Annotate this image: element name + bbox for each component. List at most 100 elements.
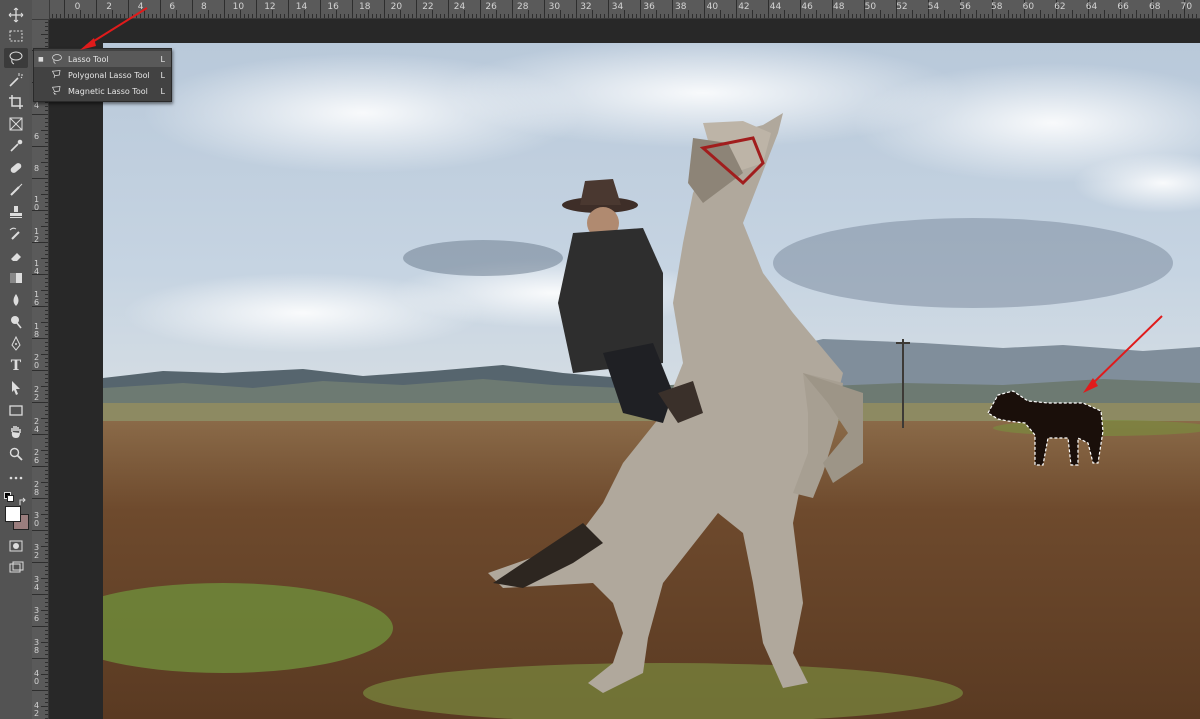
ruler-tick-label: 58	[991, 2, 1003, 12]
magnetic-lasso-icon-wrap	[50, 85, 64, 97]
gradient-tool[interactable]	[4, 268, 28, 288]
flyout-item-magnetic-lasso-tool[interactable]: Magnetic Lasso Tool L	[34, 83, 171, 99]
ruler-tick-label: 18	[359, 2, 371, 12]
move-icon	[8, 7, 24, 23]
more-icon	[9, 476, 23, 480]
ruler-tick-label: 38	[675, 2, 687, 12]
ruler-tick-label: 52	[896, 2, 908, 12]
ruler-tick-label: 16	[34, 290, 40, 308]
polygonal-lasso-icon-wrap	[50, 69, 64, 81]
pen-tool[interactable]	[4, 334, 28, 354]
clone-stamp-tool[interactable]	[4, 202, 28, 222]
edit-toolbar[interactable]	[4, 468, 28, 488]
crop-tool[interactable]	[4, 92, 28, 112]
ruler-tick-label: 44	[769, 2, 782, 12]
quick-mask-icon	[9, 540, 23, 552]
ruler-tick-label: 28	[34, 479, 40, 497]
zoom-icon	[9, 447, 23, 461]
ruler-tick-label: 24	[453, 2, 466, 12]
ruler-tick-label: 62	[1054, 2, 1066, 12]
ruler-tick-label: 68	[1149, 2, 1161, 12]
blur-tool[interactable]	[4, 290, 28, 310]
type-tool[interactable]: T	[4, 356, 28, 376]
flyout-item-shortcut: L	[160, 70, 165, 80]
ruler-tick-label: 34	[34, 574, 40, 592]
document-canvas[interactable]	[103, 43, 1200, 719]
bandage-icon	[10, 163, 22, 173]
magnetic-lasso-icon	[51, 86, 61, 95]
screen-mode-icon	[9, 561, 24, 573]
ruler-tick-label: 6	[34, 132, 40, 142]
healing-brush-tool[interactable]	[4, 158, 28, 178]
ruler-tick-label: 30	[548, 2, 561, 12]
polygonal-lasso-icon	[51, 70, 61, 79]
brush-tool[interactable]	[4, 180, 28, 200]
ruler-tick-label: 40	[34, 669, 40, 687]
lasso-icon-wrap	[50, 53, 64, 65]
quick-selection-tool[interactable]	[4, 70, 28, 90]
ruler-tick-label: 0	[74, 2, 81, 12]
ruler-tick-label: 4	[34, 100, 40, 110]
quick-mask-button[interactable]	[4, 536, 28, 556]
ruler-tick-label: 42	[738, 2, 750, 12]
foreground-color-swatch[interactable]	[5, 506, 21, 522]
ruler-tick-label: 2	[106, 2, 112, 12]
ruler-tick-label: 26	[34, 448, 40, 466]
type-icon: T	[10, 358, 22, 374]
selected-marker: ■	[38, 55, 44, 63]
hand-icon	[11, 426, 21, 438]
frame-tool[interactable]	[4, 114, 28, 134]
ruler-tick-label: 14	[295, 2, 308, 12]
path-selection-tool[interactable]	[4, 378, 28, 398]
ruler-tick-label: 34	[611, 2, 624, 12]
ruler-tick-label: 6	[169, 2, 176, 12]
marquee-icon	[9, 30, 23, 42]
rectangle-tool[interactable]	[4, 400, 28, 420]
lasso-tool[interactable]	[4, 48, 28, 68]
ruler-tick-label: 50	[864, 2, 877, 12]
ruler-tick-label: 32	[34, 543, 40, 560]
horizontal-ruler[interactable]: 2024681012141618202224262830323436384042…	[32, 0, 1200, 19]
eyedropper-tool[interactable]	[4, 136, 28, 156]
brush-icon	[10, 183, 23, 196]
dodge-tool[interactable]	[4, 312, 28, 332]
ruler-tick-label: 22	[422, 2, 434, 12]
flyout-item-lasso-tool[interactable]: ■ Lasso Tool L	[34, 51, 171, 67]
history-brush-icon	[9, 227, 20, 240]
ruler-tick-label: 32	[580, 2, 592, 12]
ruler-tick-label: 64	[1085, 2, 1098, 12]
ruler-tick-label: 8	[201, 2, 207, 12]
ruler-tick-label: 70	[1180, 2, 1193, 12]
move-tool[interactable]	[4, 5, 28, 25]
flyout-item-shortcut: L	[160, 86, 165, 96]
ruler-tick-label: 24	[34, 416, 40, 434]
history-brush-tool[interactable]	[4, 224, 28, 244]
swap-colors-icon[interactable]	[18, 492, 28, 505]
flyout-item-polygonal-lasso-tool[interactable]: Polygonal Lasso Tool L	[34, 67, 171, 83]
ruler-tick-label: 12	[34, 227, 40, 244]
hand-tool[interactable]	[4, 422, 28, 442]
eraser-tool[interactable]	[4, 246, 28, 266]
ruler-tick-label: 4	[137, 2, 144, 12]
default-colors-icon[interactable]	[4, 492, 14, 502]
ruler-tick-label: 16	[327, 2, 339, 12]
vertical-ruler[interactable]: 2468101214161820222426283032343638404244	[32, 18, 49, 719]
zoom-tool[interactable]	[4, 444, 28, 464]
ruler-tick-label: 8	[34, 163, 40, 173]
ruler-tick-label: 36	[643, 2, 655, 12]
rectangular-marquee-tool[interactable]	[4, 26, 28, 46]
ruler-tick-label: 40	[706, 2, 719, 12]
flyout-item-label: Lasso Tool	[68, 54, 109, 64]
rectangle-icon	[9, 405, 23, 416]
ruler-origin[interactable]	[32, 0, 50, 20]
ruler-tick-label: 30	[34, 511, 40, 529]
eyedropper-icon	[10, 139, 23, 152]
ruler-tick-label: 56	[959, 2, 971, 12]
flyout-item-label: Magnetic Lasso Tool	[68, 86, 148, 96]
ruler-tick-label: 42	[34, 701, 40, 718]
screen-mode-button[interactable]	[4, 558, 28, 578]
ruler-tick-label: 10	[34, 195, 40, 213]
tools-panel: T	[0, 0, 33, 719]
pen-icon	[11, 336, 21, 351]
ruler-tick-label: 18	[34, 321, 40, 339]
